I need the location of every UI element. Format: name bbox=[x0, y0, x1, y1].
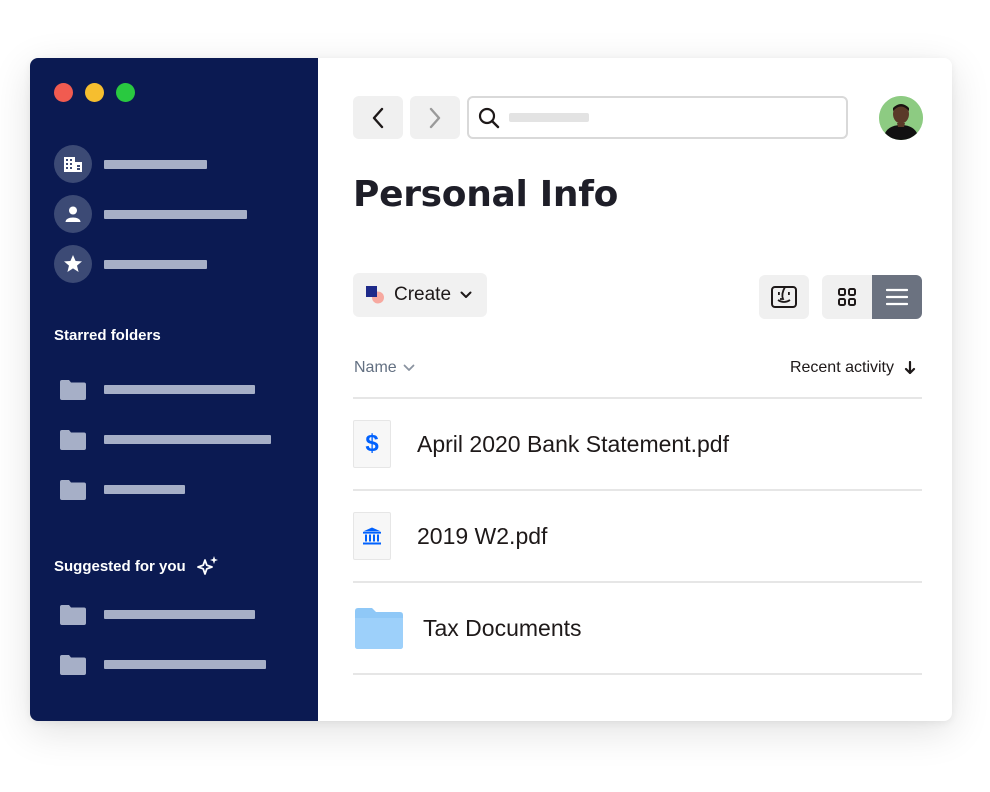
starred-folder-item[interactable] bbox=[60, 479, 185, 500]
arrow-down-icon bbox=[904, 361, 916, 375]
back-button[interactable] bbox=[353, 96, 403, 139]
dollar-icon: $ bbox=[353, 420, 391, 468]
list-view-button[interactable] bbox=[872, 275, 922, 319]
file-name: Tax Documents bbox=[423, 614, 582, 641]
sidebar-item-team[interactable] bbox=[54, 145, 207, 183]
table-row[interactable]: Tax Documents bbox=[353, 583, 922, 675]
finder-icon bbox=[771, 286, 797, 308]
chevron-right-icon bbox=[429, 107, 441, 128]
folder-label bbox=[104, 435, 271, 444]
sparkle-icon bbox=[196, 556, 218, 575]
open-in-finder-button[interactable] bbox=[759, 275, 809, 319]
folder-icon bbox=[60, 605, 86, 625]
starred-folder-item[interactable] bbox=[60, 429, 271, 450]
folder-icon bbox=[60, 480, 86, 500]
folder-label bbox=[104, 660, 266, 669]
bank-icon bbox=[353, 512, 391, 560]
folder-label bbox=[104, 485, 185, 494]
sidebar-item-label bbox=[104, 209, 247, 219]
name-column-header[interactable]: Name bbox=[354, 359, 415, 377]
sidebar-item-starred[interactable] bbox=[54, 245, 207, 283]
app-window: Starred folders Suggested for you Person… bbox=[30, 58, 952, 721]
file-name: 2019 W2.pdf bbox=[417, 522, 548, 549]
building-icon bbox=[54, 145, 92, 183]
grid-view-button[interactable] bbox=[822, 275, 872, 319]
create-button[interactable]: Create bbox=[353, 273, 487, 317]
starred-folders-heading: Starred folders bbox=[54, 327, 161, 344]
recent-activity-column-header[interactable]: Recent activity bbox=[790, 359, 916, 377]
grid-icon bbox=[838, 288, 856, 306]
view-toggle bbox=[822, 275, 922, 319]
window-controls bbox=[54, 83, 135, 102]
folder-label bbox=[104, 385, 255, 394]
sidebar: Starred folders Suggested for you bbox=[30, 58, 318, 721]
star-icon bbox=[54, 245, 92, 283]
folder-label bbox=[104, 610, 255, 619]
main-content: Personal Info Create Name Recent activit… bbox=[318, 58, 952, 721]
chevron-down-icon bbox=[403, 364, 415, 371]
close-window-button[interactable] bbox=[54, 83, 73, 102]
table-header: Name Recent activity bbox=[353, 353, 922, 399]
table-row[interactable]: $ April 2020 Bank Statement.pdf bbox=[353, 399, 922, 491]
person-icon bbox=[54, 195, 92, 233]
folder-icon bbox=[60, 380, 86, 400]
suggested-heading: Suggested for you bbox=[54, 554, 220, 578]
maximize-window-button[interactable] bbox=[116, 83, 135, 102]
search-box[interactable] bbox=[467, 96, 848, 139]
create-label: Create bbox=[394, 284, 452, 305]
forward-button[interactable] bbox=[410, 96, 460, 139]
chevron-left-icon bbox=[372, 107, 384, 128]
suggested-folder-item[interactable] bbox=[60, 654, 266, 675]
table-row[interactable]: 2019 W2.pdf bbox=[353, 491, 922, 583]
chevron-down-icon bbox=[460, 291, 472, 298]
list-icon bbox=[886, 288, 908, 306]
folder-icon bbox=[60, 655, 86, 675]
file-name: April 2020 Bank Statement.pdf bbox=[417, 430, 729, 457]
starred-folder-item[interactable] bbox=[60, 379, 255, 400]
folder-icon bbox=[60, 430, 86, 450]
page-title: Personal Info bbox=[353, 174, 619, 215]
folder-icon bbox=[355, 608, 403, 649]
create-icon bbox=[366, 286, 384, 304]
minimize-window-button[interactable] bbox=[85, 83, 104, 102]
sidebar-item-label bbox=[104, 159, 207, 169]
suggested-folder-item[interactable] bbox=[60, 604, 255, 625]
search-input[interactable] bbox=[469, 98, 846, 137]
sidebar-item-personal[interactable] bbox=[54, 195, 247, 233]
avatar[interactable] bbox=[879, 96, 923, 140]
sidebar-item-label bbox=[104, 259, 207, 269]
